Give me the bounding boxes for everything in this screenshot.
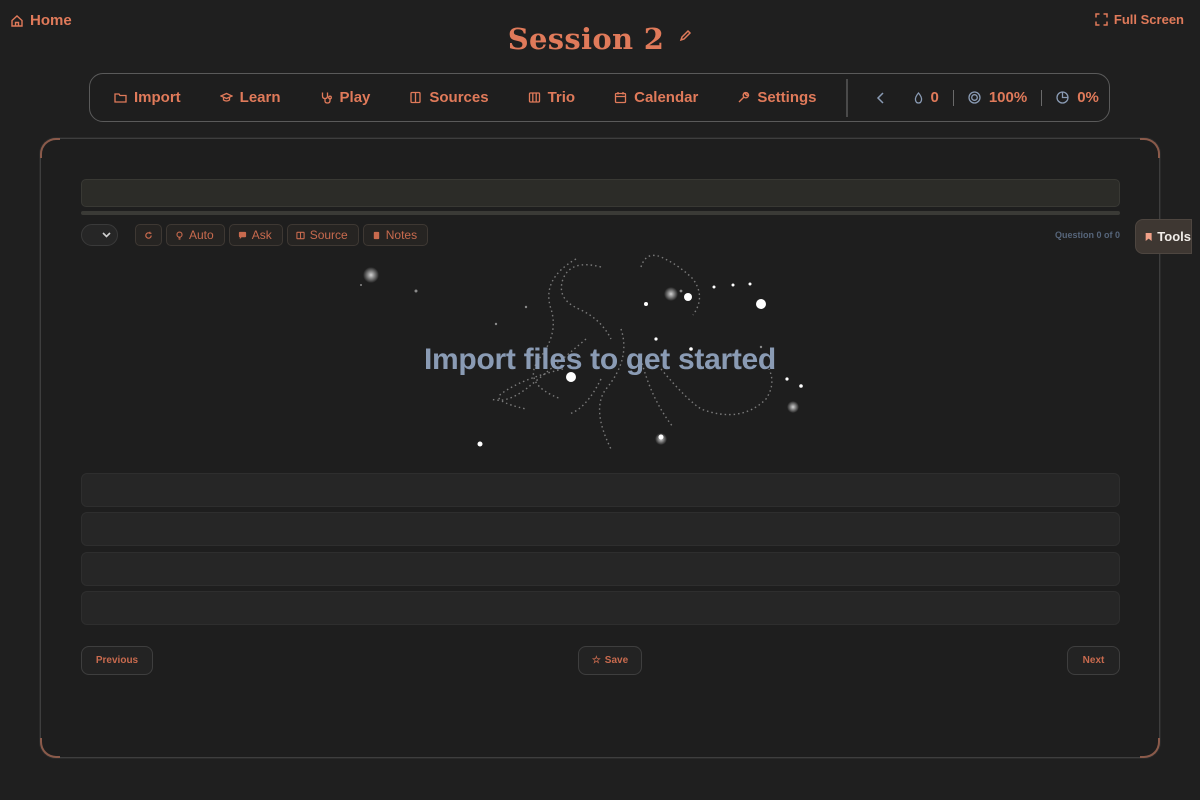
chat-bubble-icon <box>238 231 246 239</box>
book-icon <box>296 231 305 239</box>
nav-sources[interactable]: Sources <box>409 89 489 106</box>
stethoscope-icon <box>321 92 332 104</box>
nav-sources-label: Sources <box>429 89 489 106</box>
previous-label: Previous <box>95 655 139 666</box>
notes-label: Notes <box>385 228 418 242</box>
answer-option-4[interactable] <box>81 591 1120 625</box>
question-toolbar: Auto Ask Source Notes Question 0 of 0 <box>81 224 1120 246</box>
nav-learn[interactable]: Learn <box>219 89 281 106</box>
mode-select[interactable] <box>81 224 118 246</box>
target-icon <box>968 91 981 104</box>
chevron-left-icon[interactable] <box>876 91 886 105</box>
nav-settings-label: Settings <box>757 89 817 106</box>
nav-import[interactable]: Import <box>114 89 181 106</box>
main-nav: Import Learn Play Sources Trio Calendar … <box>89 73 1110 122</box>
nav-trio[interactable]: Trio <box>528 89 576 106</box>
next-label: Next <box>1082 655 1105 666</box>
progress-value: 0% <box>1077 89 1099 106</box>
source-label: Source <box>309 228 348 242</box>
auto-label: Auto <box>189 228 214 242</box>
nav-calendar[interactable]: Calendar <box>614 89 698 106</box>
stats-group: 0 100% 0% <box>876 89 1099 106</box>
question-text-box <box>81 179 1120 207</box>
nav-play-label: Play <box>339 89 371 106</box>
empty-state-message: Import files to get started <box>424 343 776 376</box>
save-label: Save <box>604 655 629 666</box>
tools-tab[interactable]: Tools <box>1135 219 1192 254</box>
progress-stat: 0% <box>1056 89 1099 106</box>
graduation-cap-icon <box>219 92 233 102</box>
flame-icon <box>914 91 922 104</box>
session-title: Session 2 <box>507 22 665 56</box>
answer-option-3[interactable] <box>81 552 1120 586</box>
nav-settings[interactable]: Settings <box>737 89 817 106</box>
question-counter: Question 0 of 0 <box>1054 230 1120 240</box>
note-icon <box>373 231 379 239</box>
count-stat: 0 <box>914 89 939 106</box>
star-icon: ☆ <box>591 655 601 666</box>
answer-option-2[interactable] <box>81 512 1120 546</box>
refresh-button[interactable] <box>135 224 162 246</box>
answer-option-1[interactable] <box>81 473 1120 507</box>
nav-play[interactable]: Play <box>320 89 371 106</box>
refresh-icon <box>145 231 152 239</box>
question-card: Auto Ask Source Notes Question 0 of 0 Im… <box>40 138 1160 758</box>
nav-divider <box>845 78 848 117</box>
previous-button[interactable]: Previous <box>81 646 153 675</box>
pie-chart-icon <box>1056 91 1069 104</box>
accuracy-value: 100% <box>988 89 1028 106</box>
nav-import-label: Import <box>134 89 181 106</box>
next-button[interactable]: Next <box>1067 646 1120 675</box>
nav-learn-label: Learn <box>239 89 281 106</box>
bookmark-icon <box>1145 232 1152 241</box>
calendar-icon <box>614 92 627 104</box>
nav-trio-label: Trio <box>547 89 576 106</box>
tools-label: Tools <box>1157 229 1191 244</box>
pencil-icon[interactable] <box>678 29 692 43</box>
book-icon <box>410 91 422 104</box>
auto-button[interactable]: Auto <box>166 224 225 246</box>
wrench-icon <box>738 91 750 103</box>
save-button[interactable]: ☆ Save <box>578 646 642 675</box>
ask-label: Ask <box>251 228 272 242</box>
count-value: 0 <box>930 89 939 106</box>
folder-icon <box>114 93 127 103</box>
chevron-down-icon <box>102 232 111 238</box>
lightbulb-icon <box>176 231 183 240</box>
columns-icon <box>528 92 540 103</box>
notes-button[interactable]: Notes <box>362 224 429 246</box>
accuracy-stat: 100% <box>968 89 1027 106</box>
source-button[interactable]: Source <box>286 224 359 246</box>
nav-calendar-label: Calendar <box>634 89 699 106</box>
question-progress-bar <box>81 211 1120 215</box>
ask-button[interactable]: Ask <box>228 224 283 246</box>
